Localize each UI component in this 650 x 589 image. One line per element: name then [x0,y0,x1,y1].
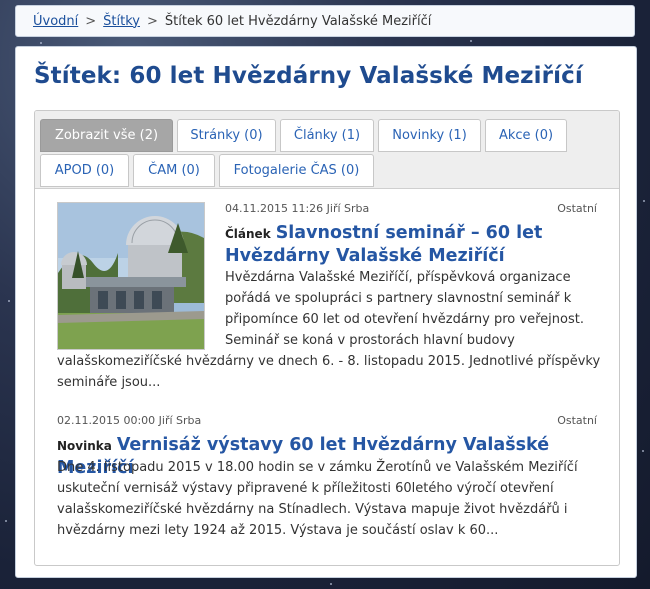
item-headline: Článek Slavnostní seminář – 60 let Hvězdá… [225,222,542,267]
tab-cam[interactable]: ČAM (0) [133,154,215,187]
item-excerpt: Hvězdárna Valašské Meziříčí, příspěvková… [225,267,584,351]
excerpt-line: uskuteční vernisáž výstavy připravené k … [57,481,554,496]
excerpt-line: Dne 4. listopadu 2015 v 18.00 hodin se v… [57,460,578,475]
tab-strip: Zobrazit vše (2) Stránky (0) Články (1) … [35,111,619,189]
excerpt-line: Hvězdárna Valašské Meziříčí, příspěvková… [225,270,571,285]
excerpt-line: připomínce 60 let od otevření hvězdárny … [225,312,584,327]
excerpt-line: hvězdárny mezi lety 1924 až 2015. Výstav… [57,523,499,538]
tag-results-box: Zobrazit vše (2) Stránky (0) Články (1) … [34,110,620,566]
excerpt-line: Seminář se koná v prostorách hlavní budo… [225,333,515,348]
item-category: Ostatní [557,414,597,427]
observatory-photo [58,203,204,349]
item-title-link[interactable]: Hvězdárny Valašské Meziříčí [225,246,505,266]
tab-apod[interactable]: APOD (0) [40,154,129,187]
item-excerpt: Dne 4. listopadu 2015 v 18.00 hodin se v… [57,457,578,541]
excerpt-line: valašskomeziříčské hvězdárny ve dnech 6.… [57,354,601,369]
breadcrumb-separator: > [85,13,97,29]
excerpt-line: pořádá ve spolupráci s partnery slavnost… [225,291,572,306]
content-panel: Štítek: 60 let Hvězdárny Valašské Meziří… [15,46,637,578]
breadcrumb-separator: > [147,13,158,29]
page-title: Štítek: 60 let Hvězdárny Valašské Meziří… [34,63,583,89]
breadcrumb: Úvodní > Štítky > Štítek 60 let Hvězdárn… [15,5,635,37]
result-item-article: 04.11.2015 11:26 Jiří Srba Ostatní Článe… [35,202,619,402]
item-type-label: Novinka [57,439,112,453]
result-item-news: 02.11.2015 00:00 Jiří Srba Ostatní Novin… [35,414,619,554]
item-meta: 02.11.2015 00:00 Jiří Srba [57,414,202,427]
tab-show-all[interactable]: Zobrazit vše (2) [40,119,173,152]
breadcrumb-tags-link[interactable]: Štítky [103,14,140,29]
breadcrumb-current: Štítek 60 let Hvězdárny Valašské Meziříč… [164,13,432,29]
excerpt-line: semináře jsou... [57,375,161,390]
item-category: Ostatní [557,202,597,215]
item-meta: 04.11.2015 11:26 Jiří Srba [225,202,370,215]
tab-articles[interactable]: Články (1) [280,119,374,152]
tab-news[interactable]: Novinky (1) [378,119,481,152]
tab-events[interactable]: Akce (0) [485,119,567,152]
item-excerpt-continued: valašskomeziříčské hvězdárny ve dnech 6.… [57,351,600,393]
excerpt-line: valašskomeziříčské hvězdárny na Stínadle… [57,502,568,517]
article-thumbnail[interactable] [57,202,205,350]
tab-pages[interactable]: Stránky (0) [177,119,276,152]
breadcrumb-home-link[interactable]: Úvodní [33,14,78,29]
tab-photogallery[interactable]: Fotogalerie ČAS (0) [219,154,374,187]
item-title-link[interactable]: Slavnostní seminář – 60 let [276,223,543,243]
item-type-label: Článek [225,227,271,241]
